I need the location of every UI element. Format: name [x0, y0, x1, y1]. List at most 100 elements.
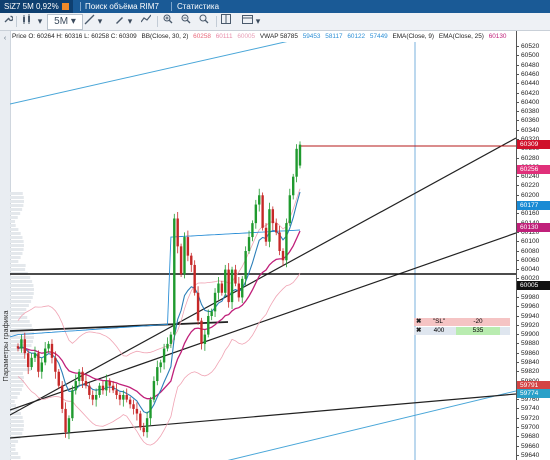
volume-profile — [10, 192, 34, 459]
volume-bar — [10, 440, 19, 443]
axis-tick-label: 60200 — [521, 191, 540, 199]
axis-tick: 60500 — [517, 51, 550, 60]
brush-glyph — [115, 17, 123, 24]
candle — [88, 382, 91, 400]
candle — [156, 360, 159, 386]
candle — [37, 350, 40, 378]
indicators-icon[interactable] — [140, 14, 152, 28]
axis-tick-label: 60160 — [521, 210, 540, 218]
candle — [230, 266, 234, 310]
candle — [152, 376, 156, 403]
axis-tick-label: 59860 — [521, 349, 540, 357]
volume-bar — [10, 256, 21, 259]
layout-icon[interactable] — [220, 14, 232, 28]
candle-body — [84, 381, 88, 386]
candle-body — [190, 255, 193, 265]
candle — [33, 346, 37, 363]
cancel-order-icon[interactable]: ✖ — [416, 318, 424, 326]
axis-tick-label: 59900 — [521, 331, 540, 339]
axis-tick: 59660 — [517, 442, 550, 451]
candle — [200, 317, 203, 350]
candle — [139, 410, 142, 431]
price-axis[interactable]: 60520 60500 60480 60460 60440 60420 60400 60380… — [516, 31, 550, 460]
candle — [179, 243, 183, 278]
candle — [43, 342, 47, 366]
volume-bar — [10, 384, 24, 387]
timeframe-select[interactable]: 5M ▾ — [47, 14, 83, 30]
chevron-down-icon[interactable]: ▾ — [126, 14, 134, 28]
axis-tick-label: 59700 — [521, 423, 540, 431]
axis-tick: 59680 — [517, 432, 550, 441]
candle — [207, 309, 210, 338]
axis-tick: 59980 — [517, 293, 550, 302]
volume-bar — [10, 376, 24, 379]
layout-glyph — [221, 14, 231, 24]
price-label: 60177 — [517, 201, 550, 211]
volume-bar — [10, 392, 20, 395]
indicator-legend: Price O: 60264 H: 60316 L: 60258 C: 6030… — [12, 31, 517, 42]
zoom-in-icon[interactable] — [162, 14, 174, 28]
price-label: 60130 — [517, 223, 550, 233]
zoom-in-glyph — [163, 14, 173, 24]
line-glyph — [84, 14, 94, 25]
axis-tick: 60280 — [517, 154, 550, 163]
candle — [292, 173, 295, 200]
axis-tick-label: 60400 — [521, 98, 540, 106]
candle-body — [200, 320, 203, 344]
price-label: 59774 — [517, 388, 550, 398]
close-position-icon[interactable]: ✖ — [416, 327, 424, 335]
volume-bar — [10, 420, 24, 423]
toolbar-divider — [216, 16, 217, 27]
axis-tick-label: 59940 — [521, 312, 540, 320]
zoom-out-icon[interactable] — [180, 14, 192, 28]
collapse-icon[interactable]: ‹ — [1, 35, 9, 43]
candle-body — [135, 408, 139, 414]
volume-bar — [10, 304, 29, 307]
wrench-icon[interactable] — [2, 14, 14, 28]
axis-tick-label: 59960 — [521, 303, 540, 311]
axis-tick-label: 60100 — [521, 238, 540, 246]
chevron-down-icon[interactable]: ▾ — [96, 14, 104, 28]
candle-body — [254, 204, 258, 224]
zoom-fit-icon[interactable] — [198, 14, 210, 28]
candle-body — [23, 339, 26, 354]
volume-bar — [10, 284, 34, 287]
candle-body — [60, 385, 64, 409]
candle-body — [152, 381, 156, 400]
axis-tick: 59840 — [517, 358, 550, 367]
trend-line-icon[interactable] — [82, 14, 96, 28]
candle — [190, 252, 193, 272]
candle-body — [275, 223, 278, 233]
chart-toolbar: ▾ 5M ▾ ▾ ▾ ▾ — [0, 13, 550, 31]
candle-body — [101, 385, 105, 391]
axis-tick: 60340 — [517, 126, 550, 135]
candle-body — [145, 418, 149, 433]
candle-body — [139, 413, 142, 428]
candle-body — [30, 357, 33, 368]
candle-body — [105, 381, 108, 391]
chevron-down-icon[interactable]: ▾ — [36, 14, 44, 28]
tab-statistics[interactable]: Статистика — [177, 0, 219, 13]
tab-close-icon[interactable] — [61, 3, 69, 10]
candle — [98, 382, 101, 398]
candle-body — [241, 278, 244, 298]
axis-tick-label: 60040 — [521, 266, 540, 274]
candle-body — [81, 371, 84, 382]
candle-body — [47, 343, 50, 349]
chart-type-icon[interactable] — [20, 14, 34, 28]
price-chart[interactable] — [10, 42, 516, 460]
brush-icon[interactable] — [112, 14, 126, 28]
candle — [217, 277, 220, 300]
candle — [60, 381, 64, 414]
tab-volume-search[interactable]: Поиск объёма RIM7 — [85, 0, 159, 13]
volume-bar — [10, 388, 22, 391]
calendar-icon[interactable] — [240, 14, 254, 28]
axis-tick-label: 59920 — [521, 321, 540, 329]
axis-tick-label: 59740 — [521, 405, 540, 413]
vwap-val-2: 58117 — [325, 33, 343, 40]
candle — [281, 248, 285, 266]
price-label: 60005 — [517, 281, 550, 291]
tab-siz7[interactable]: SiZ7 5M 0,92% — [0, 0, 73, 13]
volume-bar — [10, 448, 16, 451]
chevron-down-icon[interactable]: ▾ — [254, 14, 262, 28]
